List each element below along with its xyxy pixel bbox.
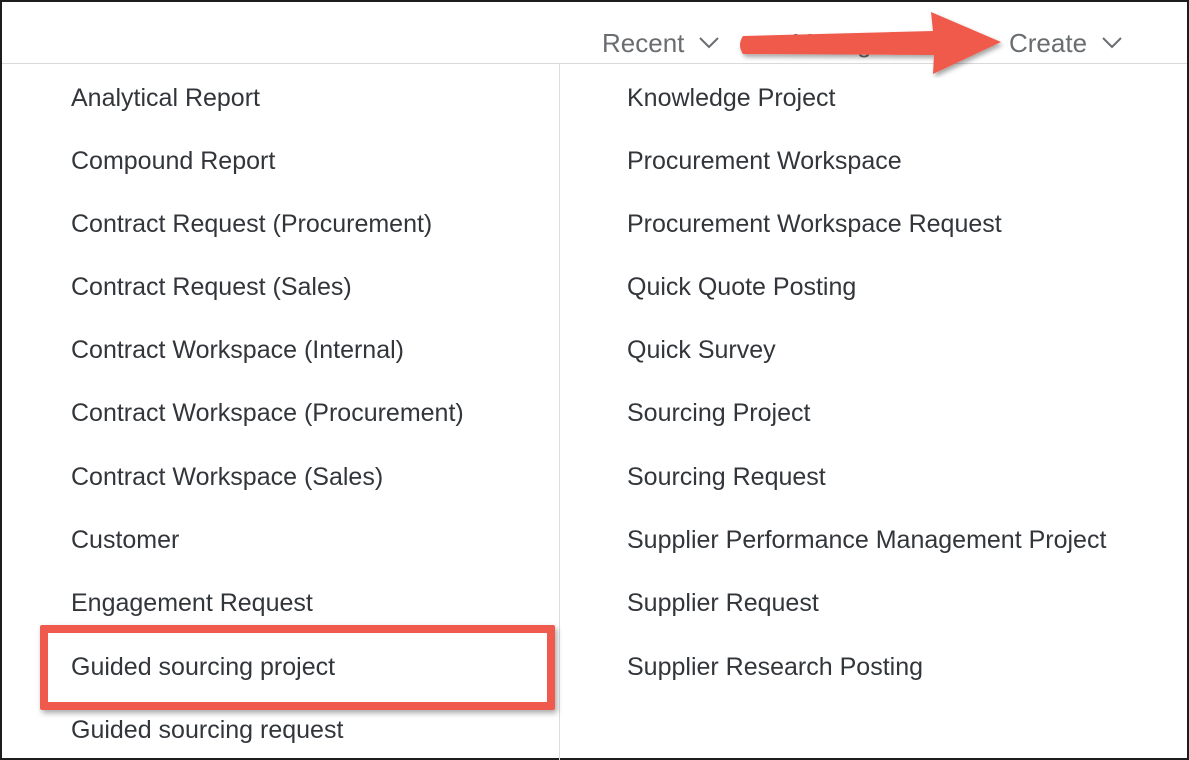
create-menu-item[interactable]: Contract Request (Sales): [71, 267, 352, 307]
create-menu-item[interactable]: Procurement Workspace Request: [627, 204, 1002, 244]
create-menu-item[interactable]: Contract Workspace (Sales): [71, 457, 383, 497]
create-menu-item[interactable]: Customer: [71, 520, 179, 560]
create-menu-item[interactable]: Sourcing Request: [627, 457, 826, 497]
create-menu-item[interactable]: Contract Workspace (Internal): [71, 330, 404, 370]
screenshot-frame: Recent Manage Create Analytical Report C…: [0, 0, 1189, 760]
column-divider: [559, 64, 560, 760]
top-menu-bar: Recent Manage Create: [2, 2, 1187, 64]
create-menu-item[interactable]: Guided sourcing request: [71, 710, 343, 750]
manage-label: Manage: [792, 28, 886, 58]
create-menu-item[interactable]: Supplier Performance Management Project: [627, 520, 1106, 560]
create-label: Create: [1009, 28, 1088, 58]
create-menu-item[interactable]: Contract Workspace (Procurement): [71, 393, 464, 433]
create-menu-item[interactable]: Contract Request (Procurement): [71, 204, 432, 244]
create-menu-item[interactable]: Sourcing Project: [627, 393, 810, 433]
create-menu-item[interactable]: Knowledge Project: [627, 78, 835, 118]
create-menu-item[interactable]: Procurement Workspace: [627, 141, 902, 181]
create-menu-item[interactable]: Analytical Report: [71, 78, 260, 118]
create-menu-item[interactable]: Engagement Request: [71, 583, 313, 623]
create-menu-item[interactable]: Compound Report: [71, 141, 275, 181]
manage-menu-button[interactable]: Manage: [792, 28, 886, 58]
highlight-box: [40, 625, 555, 710]
recent-label: Recent: [602, 28, 685, 58]
create-menu-button[interactable]: Create: [1009, 28, 1123, 58]
chevron-down-icon: [699, 37, 720, 49]
create-menu-item[interactable]: Quick Quote Posting: [627, 267, 856, 307]
create-menu-item[interactable]: Supplier Request: [627, 583, 819, 623]
create-menu-item[interactable]: Quick Survey: [627, 330, 776, 370]
chevron-down-icon: [1102, 37, 1122, 49]
recent-menu-button[interactable]: Recent: [602, 28, 720, 58]
create-menu-item[interactable]: Supplier Research Posting: [627, 647, 923, 687]
